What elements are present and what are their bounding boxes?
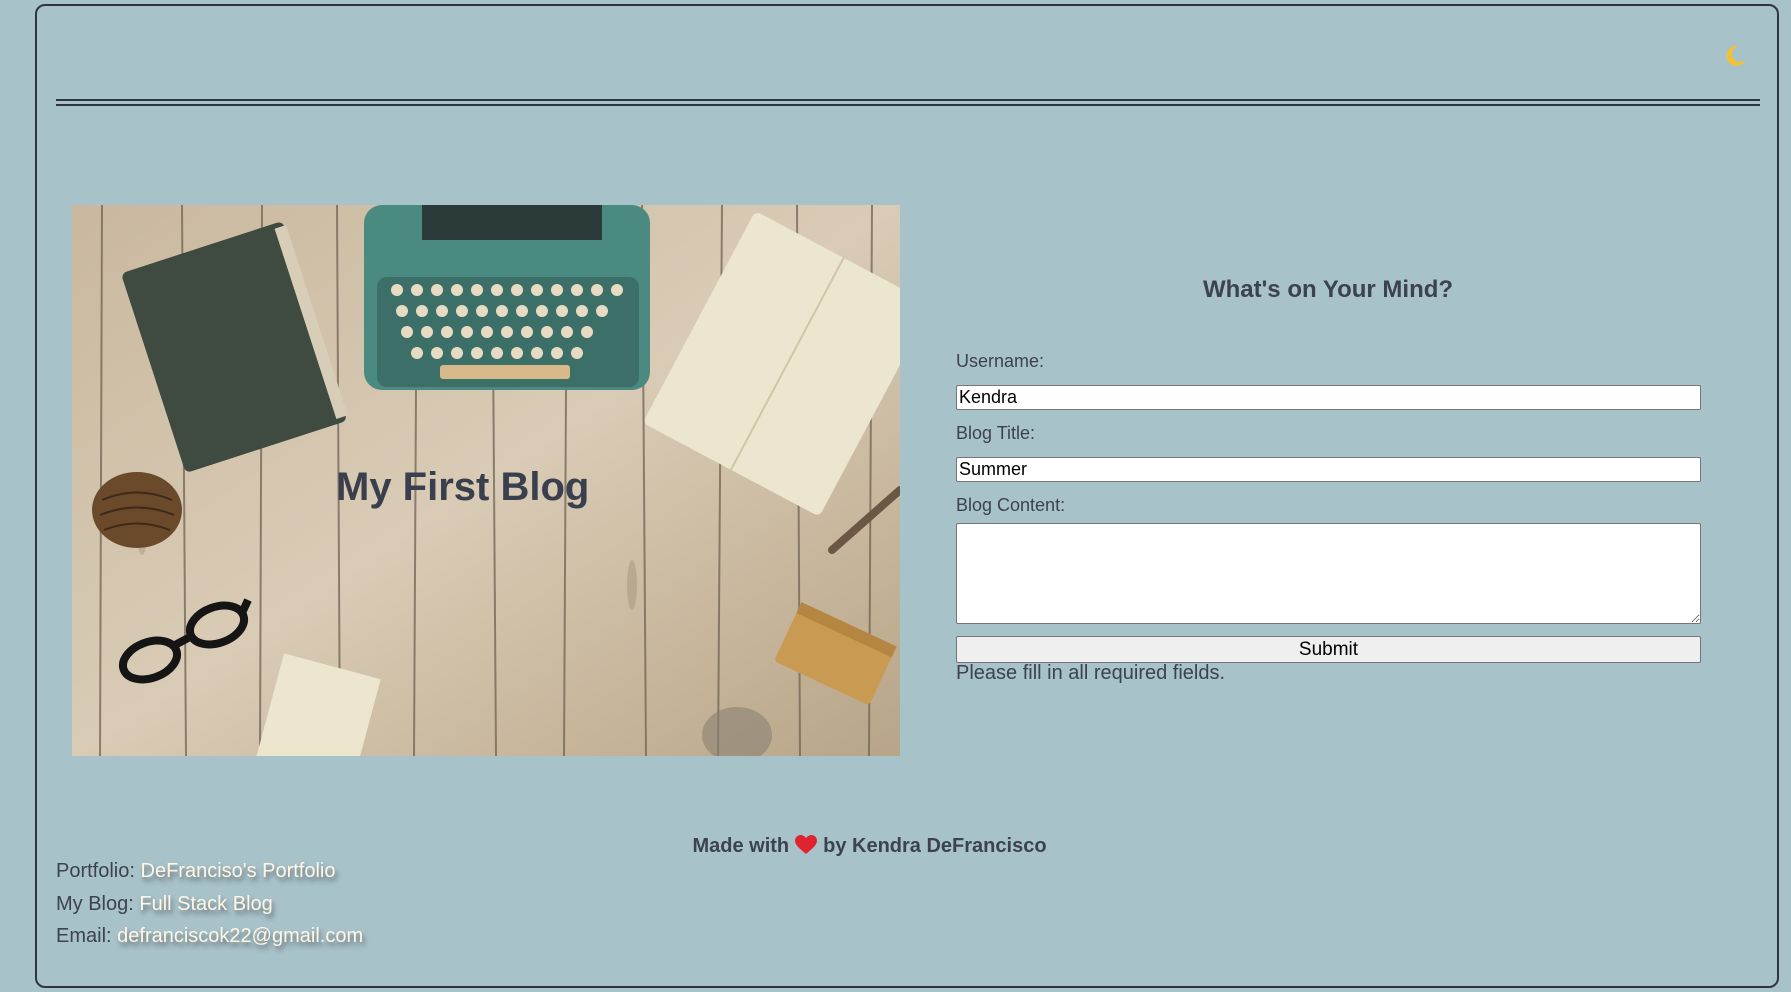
footer-portfolio: Portfolio: DeFranciso's Portfolio (56, 860, 336, 883)
email-link[interactable]: defranciscok22@gmail.com (117, 925, 363, 947)
portfolio-label: Portfolio: (56, 860, 135, 882)
hero-title: My First Blog (336, 465, 590, 509)
submit-button[interactable]: Submit (956, 636, 1701, 663)
made-with-credit: Made with by Kendra DeFrancisco (35, 835, 1779, 861)
blog-content-textarea[interactable] (956, 523, 1701, 624)
username-label: Username: (956, 351, 1045, 371)
footer-blog: My Blog: Full Stack Blog (56, 893, 273, 916)
blog-title-input[interactable] (956, 457, 1701, 482)
made-with-suffix: by Kendra DeFrancisco (823, 835, 1047, 857)
heart-icon (795, 835, 818, 861)
blog-title-label: Blog Title: (956, 423, 1036, 443)
footer-email: Email: defranciscok22@gmail.com (56, 925, 363, 948)
hero-banner: My First Blog (72, 205, 900, 756)
form-heading: What's on Your Mind? (1202, 276, 1454, 303)
username-input[interactable] (956, 385, 1701, 410)
header-divider (56, 99, 1760, 106)
blog-link[interactable]: Full Stack Blog (139, 893, 272, 915)
blog-content-label: Blog Content: (956, 495, 1066, 515)
form-error-message: Please fill in all required fields. (956, 662, 1226, 684)
portfolio-link[interactable]: DeFranciso's Portfolio (141, 860, 336, 882)
email-label: Email: (56, 925, 112, 947)
moon-icon[interactable] (1723, 42, 1749, 68)
made-with-prefix: Made with (692, 835, 790, 857)
blog-label: My Blog: (56, 893, 134, 915)
